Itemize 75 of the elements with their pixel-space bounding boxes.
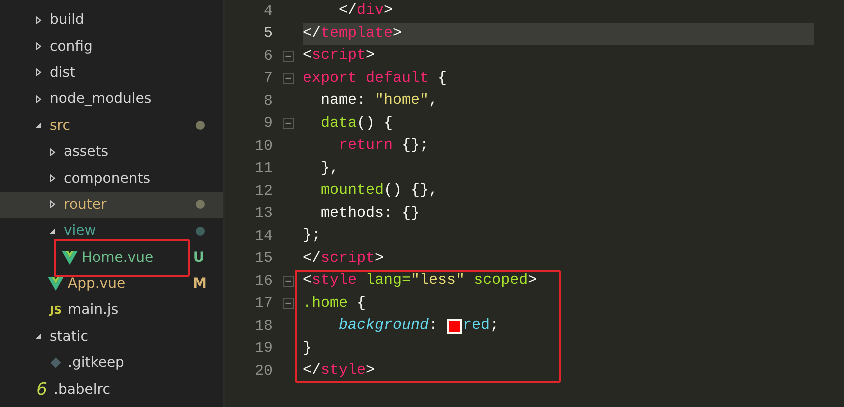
fold-icon[interactable] [282, 50, 294, 62]
line-number: 6 [262, 48, 273, 65]
code-line: background: red; [338, 316, 500, 336]
tree-item[interactable]: assets [0, 138, 223, 166]
file-name: view [64, 223, 96, 240]
file-name: config [50, 38, 93, 55]
tree-item[interactable]: dist [0, 60, 223, 86]
line-number: 5 [262, 25, 273, 42]
line-number: 9 [262, 115, 273, 132]
file-name: main.js [68, 302, 119, 318]
file-name: dist [50, 64, 76, 81]
code-line: <style lang="less" scoped> [303, 271, 538, 291]
line-number: 14 [254, 228, 273, 245]
tree-item[interactable]: router [0, 192, 223, 218]
file-name: components [64, 170, 150, 187]
tree-item[interactable]: .gitkeep [0, 350, 223, 376]
line-number: 16 [254, 272, 273, 290]
tree-item[interactable]: JS main.js [0, 297, 223, 324]
code-line: return {}; [338, 136, 430, 156]
line-number: 7 [262, 70, 273, 88]
tree-item[interactable]: config [0, 33, 223, 60]
tree-item[interactable]: build [0, 7, 223, 34]
tree-item[interactable]: Home.vue U [0, 244, 223, 271]
code-line: </script> [303, 248, 386, 268]
file-name: .gitkeep [68, 355, 124, 372]
git-status: U [193, 250, 205, 266]
code-line: </style> [303, 361, 376, 381]
vue-icon [48, 277, 64, 292]
code-line: export default { [303, 68, 448, 88]
fold-icon[interactable] [282, 73, 294, 84]
line-number: 11 [254, 160, 273, 178]
file-name: App.vue [68, 276, 126, 292]
tree-item[interactable]: App.vue M [0, 270, 223, 298]
code-line: methods: {} [320, 204, 422, 224]
code-line: .home { [303, 294, 368, 314]
line-number: 18 [254, 318, 273, 335]
line-number: 4 [262, 2, 273, 20]
code-line: }, [320, 158, 340, 178]
fold-icon[interactable] [282, 276, 294, 287]
line-number: 10 [254, 138, 273, 155]
file-name: build [50, 12, 84, 28]
line-number: 17 [254, 295, 273, 312]
tree-item[interactable]: view [0, 218, 223, 245]
line-number: 15 [254, 250, 273, 268]
tree-item[interactable]: 6 .babelrc [0, 376, 223, 403]
file-name: router [64, 196, 107, 213]
tree-item[interactable]: components [0, 165, 223, 192]
file-name: Home.vue [82, 250, 154, 266]
line-number: 13 [254, 205, 273, 222]
code-line: }; [303, 226, 322, 246]
tree-item[interactable]: static [0, 324, 223, 350]
code-line: name: "home", [320, 91, 440, 111]
tree-item[interactable]: src [0, 112, 223, 139]
fold-icon[interactable] [282, 118, 294, 130]
file-name: src [50, 118, 70, 134]
diamond-icon [48, 356, 64, 370]
file-name: .babelrc [54, 382, 110, 398]
line-number: 20 [254, 362, 273, 380]
file-name: static [50, 328, 88, 345]
file-name: assets [64, 144, 109, 160]
tree-item[interactable]: node_modules [0, 86, 223, 113]
line-number: 19 [254, 340, 273, 358]
code-line: data() { [320, 114, 394, 134]
code-line: <script> [303, 46, 376, 66]
line-number: 12 [254, 182, 273, 200]
git-status: M [193, 276, 205, 292]
code-line: mounted() {}, [320, 181, 440, 201]
file-name: node_modules [50, 91, 152, 108]
babel-icon: 6 [34, 382, 50, 398]
fold-icon[interactable] [282, 298, 294, 310]
code-line: </div> [338, 1, 394, 21]
vue-icon [62, 250, 78, 265]
js-icon: JS [48, 302, 64, 318]
code-line: } [303, 338, 314, 358]
line-number: 8 [262, 92, 273, 110]
